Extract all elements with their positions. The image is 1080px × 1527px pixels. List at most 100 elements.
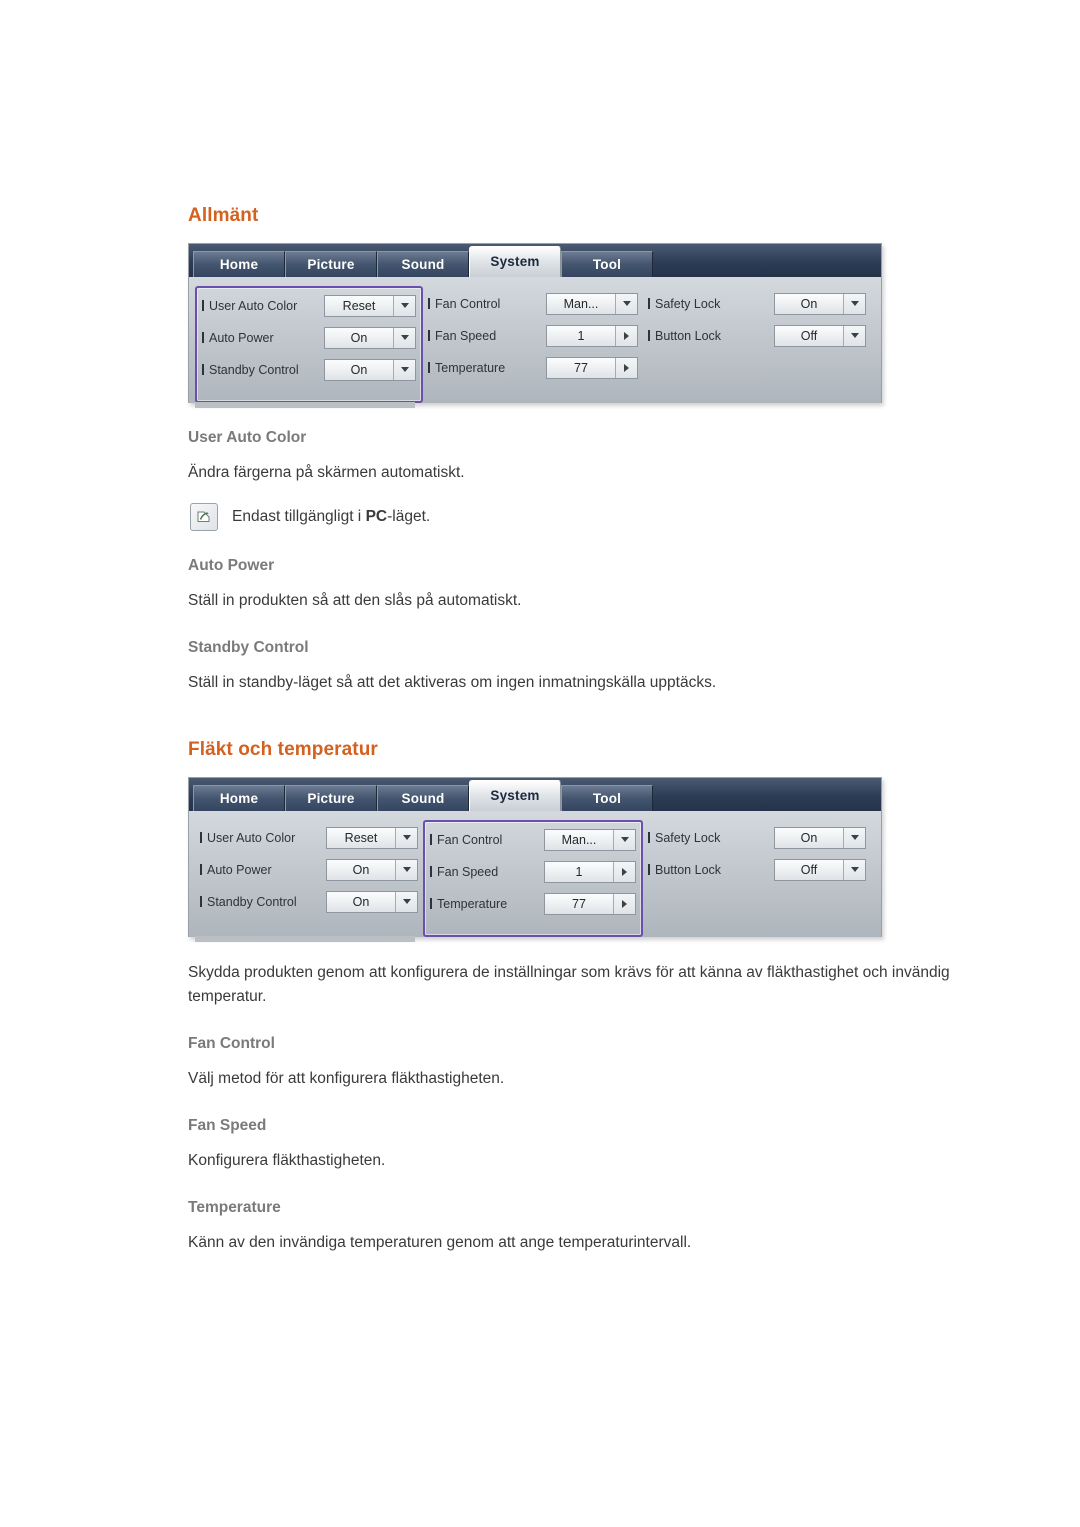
osd-label-auto-power: Auto Power — [200, 863, 326, 877]
subheading-temperature: Temperature — [188, 1199, 281, 1217]
chevron-down-icon[interactable] — [393, 327, 415, 348]
osd-label-temperature: Temperature — [428, 361, 546, 375]
osd-group-fan: Fan Control Man... Fan Speed 1 Temperatu… — [423, 286, 643, 403]
paragraph-fan-speed: Konfigurera fläkthastigheten. — [188, 1152, 386, 1170]
osd-label-text: User Auto Color — [207, 830, 296, 845]
bullet-icon — [648, 864, 650, 876]
chevron-down-icon[interactable] — [395, 891, 417, 912]
chevron-right-icon[interactable] — [615, 357, 637, 378]
chevron-down-icon[interactable] — [395, 827, 417, 848]
osd-row-fan-control: Fan Control Man... — [428, 290, 638, 317]
osd-field-auto-power[interactable]: On — [324, 326, 416, 349]
osd-menu-screenshot-general: Home Picture Sound System Tool User Auto… — [188, 243, 882, 408]
osd-value-fan-control: Man... — [561, 832, 597, 847]
osd-row-user-auto-color: User Auto Color Reset — [202, 292, 416, 319]
osd-label-text: Auto Power — [207, 862, 272, 877]
osd-tab-system[interactable]: System — [469, 780, 561, 812]
osd-field-temperature[interactable]: 77 — [544, 892, 636, 915]
osd-label-text: User Auto Color — [209, 298, 298, 313]
osd-field-standby-control[interactable]: On — [326, 890, 418, 913]
osd-label-text: Temperature — [435, 360, 506, 375]
osd-row-user-auto-color: User Auto Color Reset — [200, 824, 418, 851]
osd-tab-bar: Home Picture Sound System Tool — [189, 778, 881, 812]
osd-label-text: Fan Speed — [437, 864, 499, 879]
paragraph-fan-intro: Skydda produkten genom att konfigurera d… — [188, 964, 950, 1006]
osd-value-button-lock: Off — [800, 328, 818, 343]
osd-group-fan: Fan Control Man... Fan Speed 1 Temperatu… — [423, 820, 643, 938]
osd-tab-picture[interactable]: Picture — [285, 251, 377, 277]
chevron-down-icon[interactable] — [395, 859, 417, 880]
osd-row-temperature: Temperature 77 — [430, 890, 636, 917]
bullet-icon — [200, 832, 202, 844]
osd-field-user-auto-color[interactable]: Reset — [326, 826, 418, 849]
osd-body: User Auto Color Reset Auto Power On Stan… — [189, 811, 881, 938]
osd-field-user-auto-color[interactable]: Reset — [324, 294, 416, 317]
osd-row-standby-control: Standby Control On — [200, 888, 418, 915]
osd-value-standby-control: On — [352, 894, 370, 909]
chevron-down-icon[interactable] — [613, 829, 635, 850]
osd-tab-system[interactable]: System — [469, 246, 561, 277]
osd-label-text: Safety Lock — [655, 296, 721, 311]
osd-label-text: Safety Lock — [655, 830, 721, 845]
osd-field-button-lock[interactable]: Off — [774, 858, 866, 881]
document-page: Allmänt Home Picture Sound System Tool U… — [0, 0, 1080, 1527]
osd-tab-home[interactable]: Home — [193, 251, 285, 277]
osd-row-fan-speed: Fan Speed 1 — [430, 858, 636, 885]
osd-label-fan-control: Fan Control — [430, 833, 544, 847]
osd-row-temperature: Temperature 77 — [428, 354, 638, 381]
osd-field-temperature[interactable]: 77 — [546, 356, 638, 379]
paragraph-standby-control: Ställ in standby-läget så att det aktive… — [188, 674, 717, 692]
osd-label-button-lock: Button Lock — [648, 329, 774, 343]
bullet-icon — [202, 364, 204, 375]
osd-row-fan-control: Fan Control Man... — [430, 826, 636, 853]
bullet-icon — [428, 298, 430, 309]
chevron-down-icon[interactable] — [843, 859, 865, 880]
chevron-down-icon[interactable] — [843, 827, 865, 848]
osd-label-text: Fan Speed — [435, 328, 497, 343]
osd-value-safety-lock: On — [800, 830, 818, 845]
osd-field-fan-speed[interactable]: 1 — [544, 860, 636, 883]
chevron-down-icon[interactable] — [615, 293, 637, 314]
subheading-fan-control: Fan Control — [188, 1035, 275, 1053]
osd-field-fan-control[interactable]: Man... — [544, 828, 636, 851]
chevron-right-icon[interactable] — [615, 325, 637, 346]
osd-menu-screenshot-fan: Home Picture Sound System Tool User Auto… — [188, 777, 882, 943]
osd-value-user-auto-color: Reset — [342, 298, 376, 313]
osd-field-safety-lock[interactable]: On — [774, 292, 866, 315]
osd-tab-sound[interactable]: Sound — [377, 251, 469, 277]
chevron-down-icon[interactable] — [393, 359, 415, 380]
osd-tab-tool[interactable]: Tool — [561, 251, 653, 277]
osd-field-button-lock[interactable]: Off — [774, 324, 866, 347]
osd-label-text: Standby Control — [209, 362, 299, 377]
osd-tab-sound[interactable]: Sound — [377, 785, 469, 812]
osd-field-fan-control[interactable]: Man... — [546, 292, 638, 315]
osd-value-temperature: 77 — [574, 360, 588, 375]
osd-field-auto-power[interactable]: On — [326, 858, 418, 881]
chevron-down-icon[interactable] — [843, 325, 865, 346]
bullet-icon — [430, 834, 432, 846]
bullet-icon — [428, 330, 430, 341]
osd-body: User Auto Color Reset Auto Power On Stan… — [189, 277, 881, 403]
osd-label-text: Temperature — [437, 896, 508, 911]
chevron-down-icon[interactable] — [393, 295, 415, 316]
osd-field-standby-control[interactable]: On — [324, 358, 416, 381]
subheading-standby-control: Standby Control — [188, 639, 309, 657]
osd-tab-picture[interactable]: Picture — [285, 785, 377, 812]
osd-label-auto-power: Auto Power — [202, 331, 324, 345]
osd-field-fan-speed[interactable]: 1 — [546, 324, 638, 347]
subheading-user-auto-color: User Auto Color — [188, 429, 307, 446]
chevron-right-icon[interactable] — [613, 861, 635, 882]
section-title-fan-temperature: Fläkt och temperatur — [188, 739, 378, 761]
osd-tab-home[interactable]: Home — [193, 785, 285, 812]
osd-value-fan-speed: 1 — [577, 328, 585, 343]
osd-field-safety-lock[interactable]: On — [774, 826, 866, 849]
osd-tab-tool[interactable]: Tool — [561, 785, 653, 812]
paragraph-user-auto-color: Ändra färgerna på skärmen automatiskt. — [188, 464, 465, 481]
paragraph-temperature: Känn av den invändiga temperaturen genom… — [188, 1234, 692, 1252]
osd-group-general: User Auto Color Reset Auto Power On Stan… — [195, 820, 423, 937]
chevron-down-icon[interactable] — [843, 293, 865, 314]
osd-row-auto-power: Auto Power On — [200, 856, 418, 883]
osd-row-safety-lock: Safety Lock On — [648, 290, 866, 317]
chevron-right-icon[interactable] — [613, 893, 635, 914]
osd-row-button-lock: Button Lock Off — [648, 322, 866, 349]
